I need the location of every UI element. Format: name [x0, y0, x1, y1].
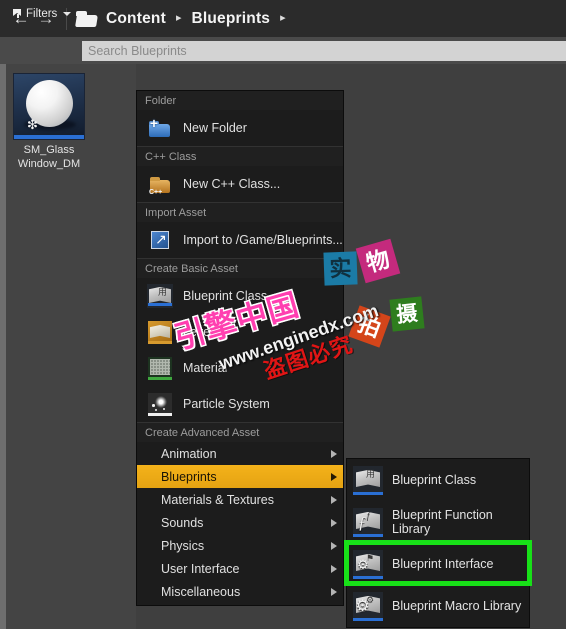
blueprint-interface-icon: ⚑ ⚙: [353, 549, 383, 579]
blueprint-function-library-icon: ƒ ƒ: [353, 507, 383, 537]
asset-tile[interactable]: ❇ SM_Glass Window_DM: [13, 73, 85, 171]
sticker-pai: 拍: [348, 305, 391, 348]
menu-item-label: Blueprint Class: [183, 289, 268, 303]
menu-item-label: Material: [183, 361, 228, 375]
chevron-down-icon: [63, 11, 72, 16]
import-asset-icon: ↗: [147, 227, 173, 253]
sticker-wu: 物: [355, 238, 401, 284]
menu-section-header-folder: Folder: [137, 91, 343, 110]
menu-item-blueprint-class[interactable]: 用 Blueprint Class: [137, 278, 343, 314]
menu-item-blueprints[interactable]: Blueprints: [137, 465, 343, 488]
filters-button[interactable]: Filters: [13, 4, 72, 23]
submenu-item-blueprint-class[interactable]: 用 Blueprint Class: [347, 459, 529, 501]
sticker-she: 摄: [389, 296, 425, 332]
asset-name: SM_Glass Window_DM: [13, 144, 85, 171]
asset-type-bar: [14, 135, 84, 139]
menu-section-header-import-asset: Import Asset: [137, 203, 343, 222]
menu-item-label: Miscellaneous: [161, 584, 241, 599]
content-browser-window: ← → Content ▸ Blueprints ▸ Filters Searc…: [0, 0, 566, 629]
menu-item-animation[interactable]: Animation: [137, 442, 343, 465]
new-cpp-class-icon: C++: [147, 171, 173, 197]
panel-scrollbar[interactable]: [0, 64, 6, 629]
menu-item-label: User Interface: [161, 561, 240, 576]
menu-item-label: Import to /Game/Blueprints...: [183, 233, 343, 247]
submenu-item-blueprint-interface[interactable]: ⚑ ⚙ Blueprint Interface: [347, 543, 529, 585]
chevron-right-icon: [331, 449, 337, 458]
chevron-right-icon: [331, 564, 337, 573]
particle-system-icon: [147, 391, 173, 417]
breadcrumb-item-content[interactable]: Content: [106, 10, 166, 28]
asset-name-line2: Window_DM: [17, 157, 81, 170]
menu-item-level[interactable]: Level: [137, 314, 343, 350]
menu-section-header-create-basic-asset: Create Basic Asset: [137, 259, 343, 278]
menu-item-label: Sounds: [161, 515, 204, 530]
search-input[interactable]: Search Blueprints: [82, 41, 566, 61]
submenu-item-blueprint-function-library[interactable]: ƒ ƒ Blueprint Function Library: [347, 501, 529, 543]
submenu-item-blueprint-macro-library[interactable]: ⚙ ⚙ Blueprint Macro Library: [347, 585, 529, 627]
new-folder-icon: +: [147, 115, 173, 141]
breadcrumb-item-blueprints[interactable]: Blueprints: [191, 10, 270, 28]
asset-thumbnail: ❇: [13, 73, 85, 140]
asset-name-line1: SM_Glass: [23, 144, 75, 156]
sticker-shi: 实: [323, 251, 358, 286]
menu-item-miscellaneous[interactable]: Miscellaneous: [137, 580, 343, 603]
chevron-right-icon: [331, 518, 337, 527]
breadcrumb: Content ▸ Blueprints ▸: [75, 10, 296, 28]
menu-item-new-cpp-class[interactable]: C++ New C++ Class...: [137, 166, 343, 202]
menu-item-user-interface[interactable]: User Interface: [137, 557, 343, 580]
chevron-right-icon: [331, 541, 337, 550]
menu-item-physics[interactable]: Physics: [137, 534, 343, 557]
filters-label: Filters: [26, 7, 58, 20]
chevron-right-icon[interactable]: ▸: [176, 13, 182, 24]
chevron-right-icon: [331, 587, 337, 596]
folder-icon: [75, 10, 98, 27]
blueprint-macro-library-icon: ⚙ ⚙: [353, 591, 383, 621]
menu-section-header-cpp-class: C++ Class: [137, 147, 343, 166]
context-menu: Folder + New Folder C++ Class C++ New C+…: [136, 90, 344, 606]
submenu-item-label: Blueprint Macro Library: [392, 599, 522, 613]
search-placeholder: Search Blueprints: [88, 44, 187, 58]
menu-item-particle-system[interactable]: Particle System: [137, 386, 343, 422]
blueprints-submenu: 用 Blueprint Class ƒ ƒ Blueprint Function…: [346, 458, 530, 628]
menu-item-sounds[interactable]: Sounds: [137, 511, 343, 534]
blueprint-class-icon: 用: [147, 283, 173, 309]
menu-item-label: Physics: [161, 538, 205, 553]
submenu-item-label: Blueprint Interface: [392, 557, 494, 571]
chevron-right-icon: [331, 472, 337, 481]
menu-item-label: Blueprints: [161, 469, 217, 484]
menu-item-label: New Folder: [183, 121, 247, 135]
submenu-item-label: Blueprint Class: [392, 473, 477, 487]
level-icon: [147, 319, 173, 345]
menu-item-label: New C++ Class...: [183, 177, 281, 191]
blueprint-class-icon: 用: [353, 465, 383, 495]
chevron-right-icon-2[interactable]: ▸: [280, 13, 286, 24]
menu-item-label: Particle System: [183, 397, 270, 411]
chevron-right-icon: [331, 495, 337, 504]
menu-item-material[interactable]: Material: [137, 350, 343, 386]
sparkle-icon: ❇: [27, 117, 38, 132]
submenu-item-label: Blueprint Function Library: [392, 508, 493, 536]
menu-item-import-to-game-blueprints[interactable]: ↗ Import to /Game/Blueprints...: [137, 222, 343, 258]
menu-item-materials-textures[interactable]: Materials & Textures: [137, 488, 343, 511]
menu-item-new-folder[interactable]: + New Folder: [137, 110, 343, 146]
funnel-icon: [13, 9, 22, 18]
menu-item-label: Level: [183, 325, 213, 339]
breadcrumb-toolbar: ← → Content ▸ Blueprints ▸: [0, 0, 566, 37]
material-icon: [147, 355, 173, 381]
menu-item-label: Animation: [161, 446, 217, 461]
menu-item-label: Materials & Textures: [161, 492, 275, 507]
menu-section-header-create-advanced-asset: Create Advanced Asset: [137, 423, 343, 442]
